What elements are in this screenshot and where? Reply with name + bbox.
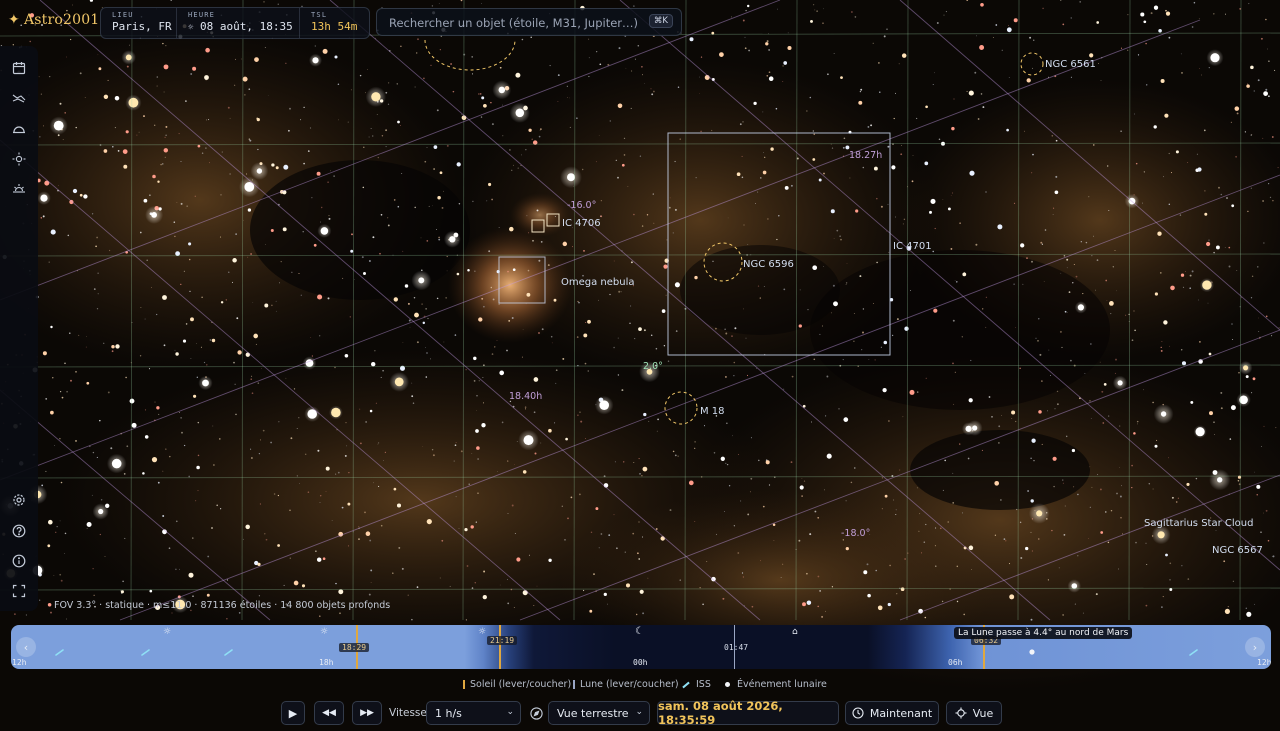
location-cell[interactable]: LIEU Paris, FR xyxy=(101,8,177,38)
legend-lunar: Événement lunaire xyxy=(725,679,827,690)
lunar-event-dot[interactable] xyxy=(1029,649,1035,655)
play-icon: ▶ xyxy=(288,706,298,720)
grid-label-dec-18: -18.0° xyxy=(841,528,871,539)
location-value: Paris, FR xyxy=(112,20,172,33)
iss-pass-mark xyxy=(224,649,233,656)
fov-scale-label: 2.0° xyxy=(643,361,663,372)
location-label: LIEU xyxy=(112,11,134,19)
legend-iss-text: ISS xyxy=(696,679,711,690)
sidereal-label: TSL xyxy=(311,11,328,19)
time-value: 08 août, 18:35 xyxy=(200,20,293,33)
search-shortcut: ⌘K xyxy=(648,14,673,28)
chevron-down-icon: ⌄ xyxy=(635,707,643,717)
info-icon[interactable] xyxy=(9,551,29,571)
lunar-event-tooltip: La Lune passe à 4.4° au nord de Mars xyxy=(954,627,1133,639)
grid-label-ra-1827: 18.27h xyxy=(849,150,883,161)
timeline[interactable]: ‹ › 18:29 21:19 01:47 06:32 12h 18h 00h … xyxy=(11,625,1271,669)
settings-icon[interactable] xyxy=(9,490,29,510)
label-ic4706[interactable]: IC 4706 xyxy=(562,218,601,229)
sun-icon[interactable] xyxy=(9,149,29,169)
constellation-icon[interactable] xyxy=(9,88,29,108)
legend-moon-text: Lune (lever/coucher) xyxy=(580,679,679,690)
now-button[interactable]: Maintenant xyxy=(845,701,939,725)
app-logo: ✦ Astro2001 xyxy=(8,12,99,28)
fast-forward-button[interactable]: ▶▶ xyxy=(352,701,382,725)
chevron-down-icon: ⌄ xyxy=(506,707,514,717)
rewind-button[interactable]: ◀◀ xyxy=(314,701,344,725)
sun-small-icon: ☼ xyxy=(188,23,194,33)
sunrise-icon[interactable] xyxy=(9,178,29,198)
star-icon: ✦ xyxy=(8,12,20,28)
label-sagittarius-star-cloud[interactable]: Sagittarius Star Cloud xyxy=(1144,518,1253,529)
play-button[interactable]: ▶ xyxy=(281,701,305,725)
legend-iss: ISS xyxy=(682,679,711,690)
speed-select[interactable]: 1 h/s ⌄ xyxy=(426,701,521,725)
compass-icon[interactable] xyxy=(527,701,545,725)
view-label: Vue xyxy=(972,706,994,720)
sidebar xyxy=(0,46,38,611)
app-title: Astro2001 xyxy=(23,12,100,28)
status-bar: FOV 3.3° · statique · m≤11.0 · 871136 ét… xyxy=(54,600,391,611)
legend-sun-text: Soleil (lever/coucher) xyxy=(470,679,572,690)
time-cell[interactable]: HEURE ☼ 08 août, 18:35 xyxy=(177,8,300,38)
sky-view[interactable] xyxy=(0,0,1280,731)
now-label: Maintenant xyxy=(869,706,933,720)
fast-forward-icon: ▶▶ xyxy=(360,708,374,718)
speed-value: 1 h/s xyxy=(435,706,462,720)
lunar-event-text: La Lune passe à 4.4° au nord de Mars xyxy=(958,628,1129,638)
sidereal-cell: TSL 13h 54m xyxy=(300,8,365,38)
location-time-panel[interactable]: LIEU Paris, FR HEURE ☼ 08 août, 18:35 TS… xyxy=(100,7,370,39)
legend-sun: Soleil (lever/coucher) xyxy=(463,679,571,690)
view-button[interactable]: Vue xyxy=(946,701,1002,725)
grid-label-dec-16: -16.0° xyxy=(567,200,597,211)
speed-label: Vitesse xyxy=(389,707,427,719)
help-icon[interactable] xyxy=(9,521,29,541)
clock-icon xyxy=(852,707,864,719)
crosshair-icon xyxy=(955,707,967,719)
horizon-icon[interactable] xyxy=(9,119,29,139)
label-ic4701[interactable]: IC 4701 xyxy=(893,241,932,252)
fullscreen-icon[interactable] xyxy=(9,581,29,601)
label-m18[interactable]: M 18 xyxy=(700,406,725,417)
label-ngc6561[interactable]: NGC 6561 xyxy=(1045,59,1096,70)
sidereal-value: 13h 54m xyxy=(311,20,358,33)
view-mode-select[interactable]: Vue terrestre ⌄ xyxy=(548,701,650,725)
datetime-display[interactable]: sam. 08 août 2026, 18:35:59 xyxy=(657,699,839,727)
legend-moon: Lune (lever/coucher) xyxy=(573,679,679,690)
iss-pass-mark xyxy=(55,649,64,656)
datetime-value: sam. 08 août 2026, 18:35:59 xyxy=(658,699,783,727)
search-box[interactable]: ⌘K xyxy=(376,8,682,36)
iss-pass-mark xyxy=(1189,649,1198,656)
label-ngc6596[interactable]: NGC 6596 xyxy=(743,259,794,270)
rewind-icon: ◀◀ xyxy=(322,708,336,718)
view-mode-value: Vue terrestre xyxy=(557,706,629,720)
label-ngc6567[interactable]: NGC 6567 xyxy=(1212,545,1263,556)
grid-label-ra-1840: 18.40h xyxy=(509,391,543,402)
label-omega-nebula[interactable]: Omega nebula xyxy=(561,277,635,288)
time-label: HEURE xyxy=(188,11,216,19)
search-input[interactable] xyxy=(387,13,641,33)
legend-lunar-text: Événement lunaire xyxy=(737,679,827,690)
calendar-icon[interactable] xyxy=(9,58,29,78)
iss-pass-mark xyxy=(141,649,150,656)
